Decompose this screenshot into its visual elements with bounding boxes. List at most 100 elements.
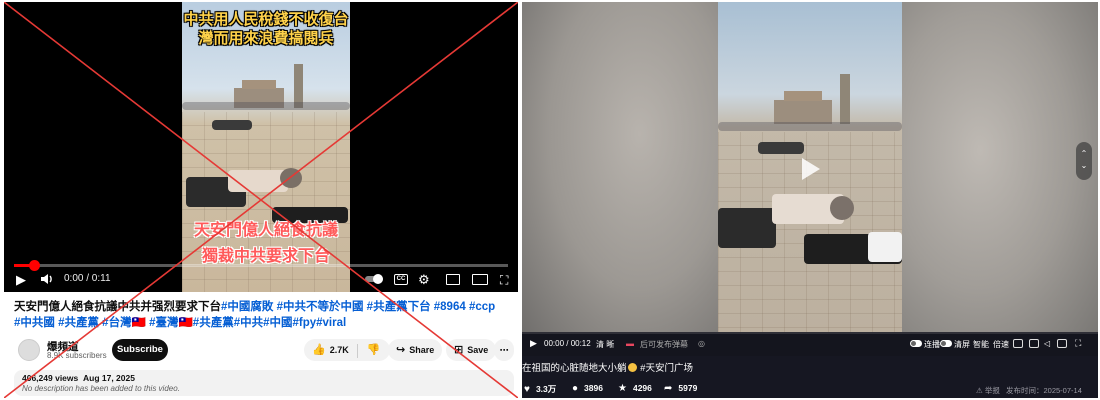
share-label: Share	[409, 345, 435, 355]
video-title-hashtags-line2[interactable]: #中共國 #共產黨 #台灣🇹🇼 #臺灣🇹🇼#共產黨#中共#中國#fpy#vira…	[14, 317, 346, 329]
blurred-background-right	[902, 2, 1098, 332]
douyin-controls: ▶ 00:00 / 00:12 清 晰 ▬ 后可发布弹幕 ◎ 连播 清屏 智能 …	[522, 332, 1098, 356]
thumbs-down-icon[interactable]: 👎	[367, 339, 381, 361]
crowd-image	[718, 122, 902, 131]
fullscreen-icon[interactable]: ⛶	[500, 272, 508, 288]
lying-person-head-image	[280, 168, 302, 188]
play-icon[interactable]: ▶	[530, 338, 537, 349]
favorite-stat[interactable]: ★ 4296	[618, 383, 652, 394]
danmaku-login-icon[interactable]: ▬	[626, 339, 634, 348]
report-label: 举报	[984, 386, 1000, 395]
favorite-count: 4296	[632, 383, 652, 393]
save-icon: ⊞	[454, 344, 464, 356]
play-overlay-icon[interactable]	[802, 158, 820, 180]
comment-icon: ●	[572, 383, 579, 394]
video-title-text: 天安門億人絕食抗議中共并强烈要求下台	[14, 301, 221, 313]
douyin-time-display: 00:00 / 00:12	[544, 339, 591, 348]
report-link[interactable]: ⚠ 举报	[976, 385, 1000, 396]
youtube-controls: ▶ 0:00 / 0:11 CC ⚙ ⛶	[4, 270, 518, 290]
playback-speed-button[interactable]: 倍速	[993, 339, 1009, 350]
smart-quality-button[interactable]: 智能	[973, 339, 989, 350]
quality-label[interactable]: 清 晰	[596, 339, 614, 350]
subscriber-count: 8.9K subscribers	[47, 351, 107, 360]
blurred-background-left	[522, 2, 718, 332]
theater-icon[interactable]	[472, 274, 488, 285]
miniplayer-icon[interactable]	[446, 274, 460, 285]
like-stat[interactable]: ♥ 3.3万	[524, 383, 556, 395]
share-stat[interactable]: ➦ 5979	[664, 383, 697, 394]
lying-person-image	[868, 232, 902, 262]
continuous-play-label[interactable]: 连播	[924, 339, 940, 350]
no-description-text: No description has been added to this vi…	[22, 384, 180, 393]
save-label: Save	[467, 345, 489, 355]
lying-person-head-image	[830, 196, 854, 220]
crowd-image	[182, 102, 350, 110]
continuous-play-toggle[interactable]	[910, 340, 922, 347]
danmaku-hint[interactable]: 后可发布弹幕	[640, 339, 688, 350]
video-title-hashtags[interactable]: #中國腐敗 #中共不等於中國 #共產黨下台 #8964 #ccp	[221, 301, 495, 313]
douyin-player[interactable]: ⌃ ⌄	[522, 2, 1098, 332]
chevron-up-down-icon[interactable]: ⌃ ⌄	[1076, 142, 1092, 180]
like-count[interactable]: 2.7K	[330, 345, 349, 355]
gate-roof-image	[784, 91, 822, 101]
caption-hashtag[interactable]: #天安门广场	[638, 363, 693, 374]
like-divider	[357, 343, 359, 358]
youtube-progress-bar[interactable]	[14, 260, 508, 271]
people-group-image	[212, 120, 252, 130]
heart-icon: ♥	[524, 384, 530, 395]
video-caption: 在祖国的心脏随地大小躺 #天安门广场	[522, 360, 693, 374]
youtube-watch-page: 中共用人民稅錢不收復台灣而用來浪費搞閱兵 天安門億人絕食抗議 獨裁中共要求下台 …	[4, 2, 518, 398]
comment-count: 3896	[584, 383, 603, 393]
autoplay-toggle-icon[interactable]	[364, 273, 384, 289]
lying-person-image	[228, 170, 288, 192]
save-button[interactable]: ⊞ Save	[446, 339, 496, 361]
douyin-video-page: ⌃ ⌄ ▶ 00:00 / 00:12 清 晰 ▬ 后可发布弹幕 ◎ 连播 清屏 …	[522, 2, 1098, 398]
comment-stat[interactable]: ● 3896	[572, 383, 603, 394]
thumbs-up-icon[interactable]: 👍	[312, 339, 326, 361]
report-icon: ⚠	[976, 386, 983, 395]
video-overlay-caption-bottom-1: 天安門億人絕食抗議	[193, 222, 338, 239]
like-count: 3.3万	[535, 384, 557, 394]
share-button[interactable]: ↪ Share	[388, 339, 442, 361]
volume-icon[interactable]	[40, 272, 54, 290]
comparison-screenshot: 中共用人民稅錢不收復台灣而用來浪費搞閱兵 天安門億人絕食抗議 獨裁中共要求下台 …	[0, 0, 1100, 400]
subscribe-button[interactable]: Subscribe	[112, 339, 168, 361]
share-count: 5979	[678, 383, 698, 393]
channel-avatar[interactable]	[18, 339, 40, 361]
autoplay-icon[interactable]	[1013, 339, 1023, 348]
youtube-time-display: 0:00 / 0:11	[64, 273, 111, 284]
douyin-video-frame[interactable]	[718, 2, 902, 332]
lying-person-image	[718, 208, 776, 248]
settings-icon[interactable]: ⚙	[418, 272, 430, 288]
video-title: 天安門億人絕食抗議中共并强烈要求下台#中國腐敗 #中共不等於中國 #共產黨下台 …	[14, 299, 514, 331]
star-icon: ★	[618, 383, 627, 394]
clear-screen-toggle[interactable]	[940, 340, 952, 347]
channel-row: 爆頻道 8.9K subscribers Subscribe 👍 2.7K 👎 ↪…	[14, 337, 514, 363]
monument-image	[840, 74, 850, 124]
gate-roof-image	[242, 80, 276, 89]
play-icon[interactable]: ▶	[16, 272, 26, 288]
volume-icon[interactable]: ◁	[1044, 339, 1050, 348]
share-icon: ➦	[664, 383, 673, 394]
like-dislike-group: 👍 2.7K 👎	[304, 339, 390, 361]
picture-in-picture-icon[interactable]	[1029, 339, 1039, 348]
youtube-player[interactable]: 中共用人民稅錢不收復台灣而用來浪費搞閱兵 天安門億人絕食抗議 獨裁中共要求下台 …	[4, 2, 518, 292]
youtube-video-frame[interactable]: 中共用人民稅錢不收復台灣而用來浪費搞閱兵 天安門億人絕食抗議 獨裁中共要求下台	[182, 2, 350, 292]
danmaku-settings-icon[interactable]: ◎	[698, 339, 705, 348]
engagement-bar: ♥ 3.3万 ● 3896 ★ 4296 ➦ 5979 ⚠ 举报 发布时间：2025-0…	[522, 383, 1098, 398]
view-count: 406,249 views	[22, 373, 79, 383]
video-caption-text: 在祖国的心脏随地大小躺	[522, 363, 627, 374]
fullscreen-icon[interactable]: ⛶	[1075, 338, 1081, 349]
share-icon: ↪	[396, 344, 406, 356]
captions-icon[interactable]: CC	[394, 274, 408, 285]
view-date-line: 406,249 views Aug 17, 2025	[22, 373, 135, 383]
description-box[interactable]: 406,249 views Aug 17, 2025 No descriptio…	[14, 370, 514, 396]
more-actions-button[interactable]: ⋯	[494, 339, 514, 361]
video-overlay-caption-top: 中共用人民稅錢不收復台灣而用來浪費搞閱兵	[183, 11, 349, 47]
tiananmen-gate-image	[774, 100, 832, 124]
people-group-image	[758, 142, 804, 154]
video-overlay-caption-bottom-2: 獨裁中共要求下台	[201, 248, 330, 265]
web-fullscreen-icon[interactable]	[1057, 339, 1067, 348]
clear-screen-label[interactable]: 清屏	[954, 339, 970, 350]
upload-date: Aug 17, 2025	[82, 373, 135, 383]
